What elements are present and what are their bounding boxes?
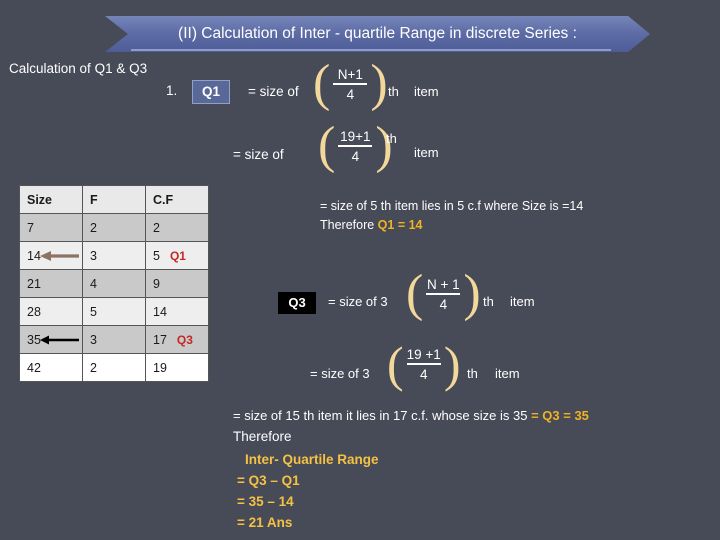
table-row: 28 5 14 — [19, 297, 209, 326]
cell-cf-value: 17 — [153, 332, 167, 347]
q1-item-label: item — [414, 84, 439, 99]
q1-therefore-line: Therefore Q1 = 14 — [320, 218, 423, 232]
table-header-f: F — [82, 185, 146, 214]
q3-second-numerator: 19 +1 — [406, 347, 441, 362]
cell-cf: 9 — [145, 269, 209, 298]
calculation-heading-prefix: Calculation of — [9, 61, 95, 76]
cell-size: 14 — [19, 241, 83, 270]
banner-underline — [131, 49, 611, 51]
cell-size: 21 — [19, 269, 83, 298]
title-banner: (II) Calculation of Inter - quartile Ran… — [105, 16, 650, 52]
calculation-heading: Calculation of Q1 & Q3 — [9, 61, 148, 76]
right-bracket-icon: ) — [370, 55, 388, 112]
q1-second-item-label: item — [414, 145, 439, 160]
cell-f: 3 — [82, 241, 146, 270]
q3-second-th-label: th — [467, 366, 478, 381]
q3-item-label: item — [510, 294, 535, 309]
left-bracket-icon: ( — [313, 55, 331, 112]
cell-cf-value: 5 — [153, 248, 160, 263]
q3-second-item-label: item — [495, 366, 520, 381]
table-body: 7 2 2 14 3 5 Q1 21 4 9 28 5 14 35 3 17 Q… — [19, 213, 209, 382]
slide-canvas: (II) Calculation of Inter - quartile Ran… — [0, 0, 720, 540]
q1-table-marker: Q1 — [169, 248, 186, 263]
right-bracket-icon: ) — [443, 336, 461, 392]
q1-chip[interactable]: Q1 — [192, 80, 230, 104]
table-row: 14 3 5 Q1 — [19, 241, 209, 270]
conclusion-line-3: = 21 Ans — [237, 515, 293, 530]
q3-fraction-denominator: 4 — [439, 296, 448, 312]
left-bracket-icon: ( — [318, 117, 336, 174]
table-header-cf: C.F — [145, 185, 209, 214]
calculation-heading-q3: Q3 — [129, 61, 148, 76]
q1-fraction-numerator: N+1 — [337, 66, 363, 82]
calculation-heading-amp: & — [112, 61, 130, 76]
cell-cf: 14 — [145, 297, 209, 326]
q1-th-label: th — [388, 84, 399, 99]
right-bracket-icon: ) — [463, 265, 481, 322]
q1-equals-label: = size of — [248, 84, 299, 99]
table-row: 35 3 17 Q3 — [19, 325, 209, 354]
cell-size: 42 — [19, 353, 83, 382]
cell-size: 35 — [19, 325, 83, 354]
cell-f: 3 — [82, 325, 146, 354]
q3-fraction-n-plus-1: ( N + 1 4 ) — [406, 265, 481, 322]
q1-second-th-label: th — [386, 131, 397, 146]
q3-result-text: = size of 15 th item it lies in 17 c.f. … — [233, 408, 528, 423]
cell-cf: 17 Q3 — [145, 325, 209, 354]
cell-cf: 5 Q1 — [145, 241, 209, 270]
left-arrow-icon — [39, 334, 79, 346]
q3-fraction-numerator: N + 1 — [427, 276, 460, 292]
q1-second-equals-label: = size of — [233, 147, 284, 162]
q3-result-line: = size of 15 th item it lies in 17 c.f. … — [233, 409, 589, 423]
cell-f: 2 — [82, 213, 146, 242]
conclusion-title: Inter- Quartile Range — [245, 452, 379, 467]
conclusion-line-2: = 35 – 14 — [237, 494, 294, 509]
frequency-table: Size F C.F 7 2 2 14 3 5 Q1 21 4 9 28 5 1… — [19, 185, 209, 382]
cell-size: 7 — [19, 213, 83, 242]
q1-second-numerator: 19+1 — [340, 128, 371, 144]
q1-result-line: = size of 5 th item lies in 5 c.f where … — [320, 199, 584, 213]
left-bracket-icon: ( — [387, 336, 404, 392]
cell-f: 5 — [82, 297, 146, 326]
cell-size: 28 — [19, 297, 83, 326]
left-bracket-icon: ( — [406, 265, 424, 322]
q3-th-label: th — [483, 294, 494, 309]
calculation-heading-q1: Q1 — [94, 61, 113, 76]
cell-f: 2 — [82, 353, 146, 382]
table-row: 21 4 9 — [19, 269, 209, 298]
table-header-row: Size F C.F — [19, 185, 209, 214]
q1-therefore-value: Q1 = 14 — [377, 218, 423, 232]
table-header-size: Size — [19, 185, 83, 214]
q3-result-value: = Q3 = 35 — [531, 408, 589, 423]
q1-list-index: 1. — [166, 83, 178, 98]
q1-fraction-n-plus-1: ( N+1 4 ) — [313, 55, 388, 112]
q3-second-denominator: 4 — [419, 367, 428, 382]
q3-second-equals-label: = size of 3 — [310, 366, 370, 381]
cell-f: 4 — [82, 269, 146, 298]
conclusion-therefore: Therefore — [233, 429, 292, 444]
q1-fraction-19-plus-1: ( 19+1 4 ) — [318, 117, 393, 174]
left-arrow-icon — [39, 250, 79, 262]
q1-therefore-word: Therefore — [320, 218, 378, 232]
table-row: 7 2 2 — [19, 213, 209, 242]
q3-fraction-19-plus-1: ( 19 +1 4 ) — [387, 336, 461, 392]
q1-second-denominator: 4 — [351, 148, 360, 164]
conclusion-line-1: = Q3 – Q1 — [237, 473, 300, 488]
q3-chip[interactable]: Q3 — [278, 292, 316, 314]
cell-cf: 19 — [145, 353, 209, 382]
q1-fraction-denominator: 4 — [346, 86, 355, 102]
banner-title-text: (II) Calculation of Inter - quartile Ran… — [178, 25, 577, 42]
table-row: 42 2 19 — [19, 353, 209, 382]
q3-equals-label: = size of 3 — [328, 294, 388, 309]
q3-table-marker: Q3 — [176, 332, 193, 347]
cell-cf: 2 — [145, 213, 209, 242]
